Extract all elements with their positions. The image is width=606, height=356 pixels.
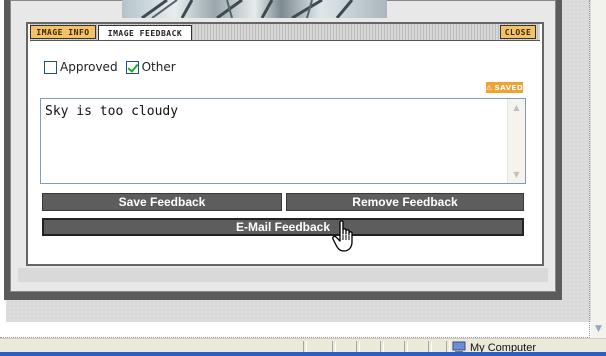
feedback-textarea[interactable]: Sky is too cloudy ▲ ▼ [40, 98, 526, 184]
approved-label: Approved [60, 60, 118, 74]
tab-image-info[interactable]: IMAGE INFO [30, 25, 96, 39]
photo-thumbnail [122, 0, 387, 18]
taskbar-edge [0, 352, 606, 356]
saved-badge-label: SAVED [494, 83, 524, 92]
scroll-down-icon[interactable]: ▼ [591, 320, 606, 337]
remove-feedback-button[interactable]: Remove Feedback [286, 193, 524, 211]
approved-checkbox[interactable] [44, 60, 57, 74]
browser-scrollbar[interactable] [591, 0, 606, 338]
textarea-scrollbar[interactable]: ▲ ▼ [507, 99, 525, 183]
other-label: Other [141, 60, 176, 74]
feedback-text: Sky is too cloudy [45, 104, 179, 119]
hand-cursor-icon [332, 220, 353, 252]
tab-image-feedback[interactable]: IMAGE FEEDBACK [98, 25, 192, 40]
scroll-up-icon[interactable]: ▲ [509, 100, 524, 115]
saved-badge: ⚠ SAVED [486, 82, 523, 93]
close-button[interactable]: CLOSE [500, 25, 536, 39]
warning-icon: ⚠ [485, 83, 493, 92]
save-feedback-button[interactable]: Save Feedback [42, 193, 282, 211]
tab-bar: IMAGE INFO IMAGE FEEDBACK CLOSE [30, 24, 540, 41]
scroll-down-icon[interactable]: ▼ [509, 167, 524, 182]
email-feedback-button[interactable]: E-Mail Feedback [42, 218, 524, 236]
checkbox-row: Approved Other [44, 60, 184, 74]
panel-footer [18, 268, 548, 282]
other-checkbox[interactable] [125, 60, 139, 74]
